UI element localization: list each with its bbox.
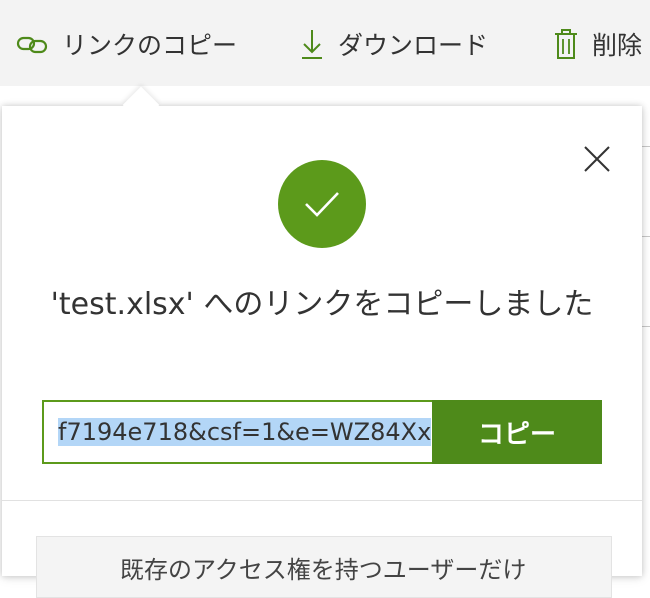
command-bar: リンクのコピー ダウンロード 削除 [0,0,650,86]
link-value[interactable]: f7194e718&csf=1&e=WZ84Xx [58,418,432,446]
trash-icon [552,27,580,61]
link-icon [16,33,50,55]
dialog-divider [2,500,642,501]
copy-link-label: リンクのコピー [62,31,238,60]
download-button[interactable]: ダウンロード [298,22,488,66]
dialog-title: 'test.xlsx' へのリンクをコピーしました [50,287,594,322]
delete-label: 削除 [592,31,643,60]
copy-button[interactable]: コピー [432,400,602,464]
permission-option-label: 既存のアクセス権を持つユーザーだけ [120,556,527,584]
success-badge [278,160,366,248]
dialog-beak-cover [112,106,172,126]
download-icon [298,27,326,61]
download-label: ダウンロード [338,31,489,60]
close-button[interactable] [580,142,614,176]
close-icon [584,146,610,172]
link-field[interactable]: f7194e718&csf=1&e=WZ84Xx [42,400,432,464]
checkmark-icon [305,192,339,217]
delete-button[interactable]: 削除 [552,22,642,66]
copy-link-button[interactable]: リンクのコピー [16,22,237,66]
link-row: f7194e718&csf=1&e=WZ84Xx コピー [42,400,602,464]
